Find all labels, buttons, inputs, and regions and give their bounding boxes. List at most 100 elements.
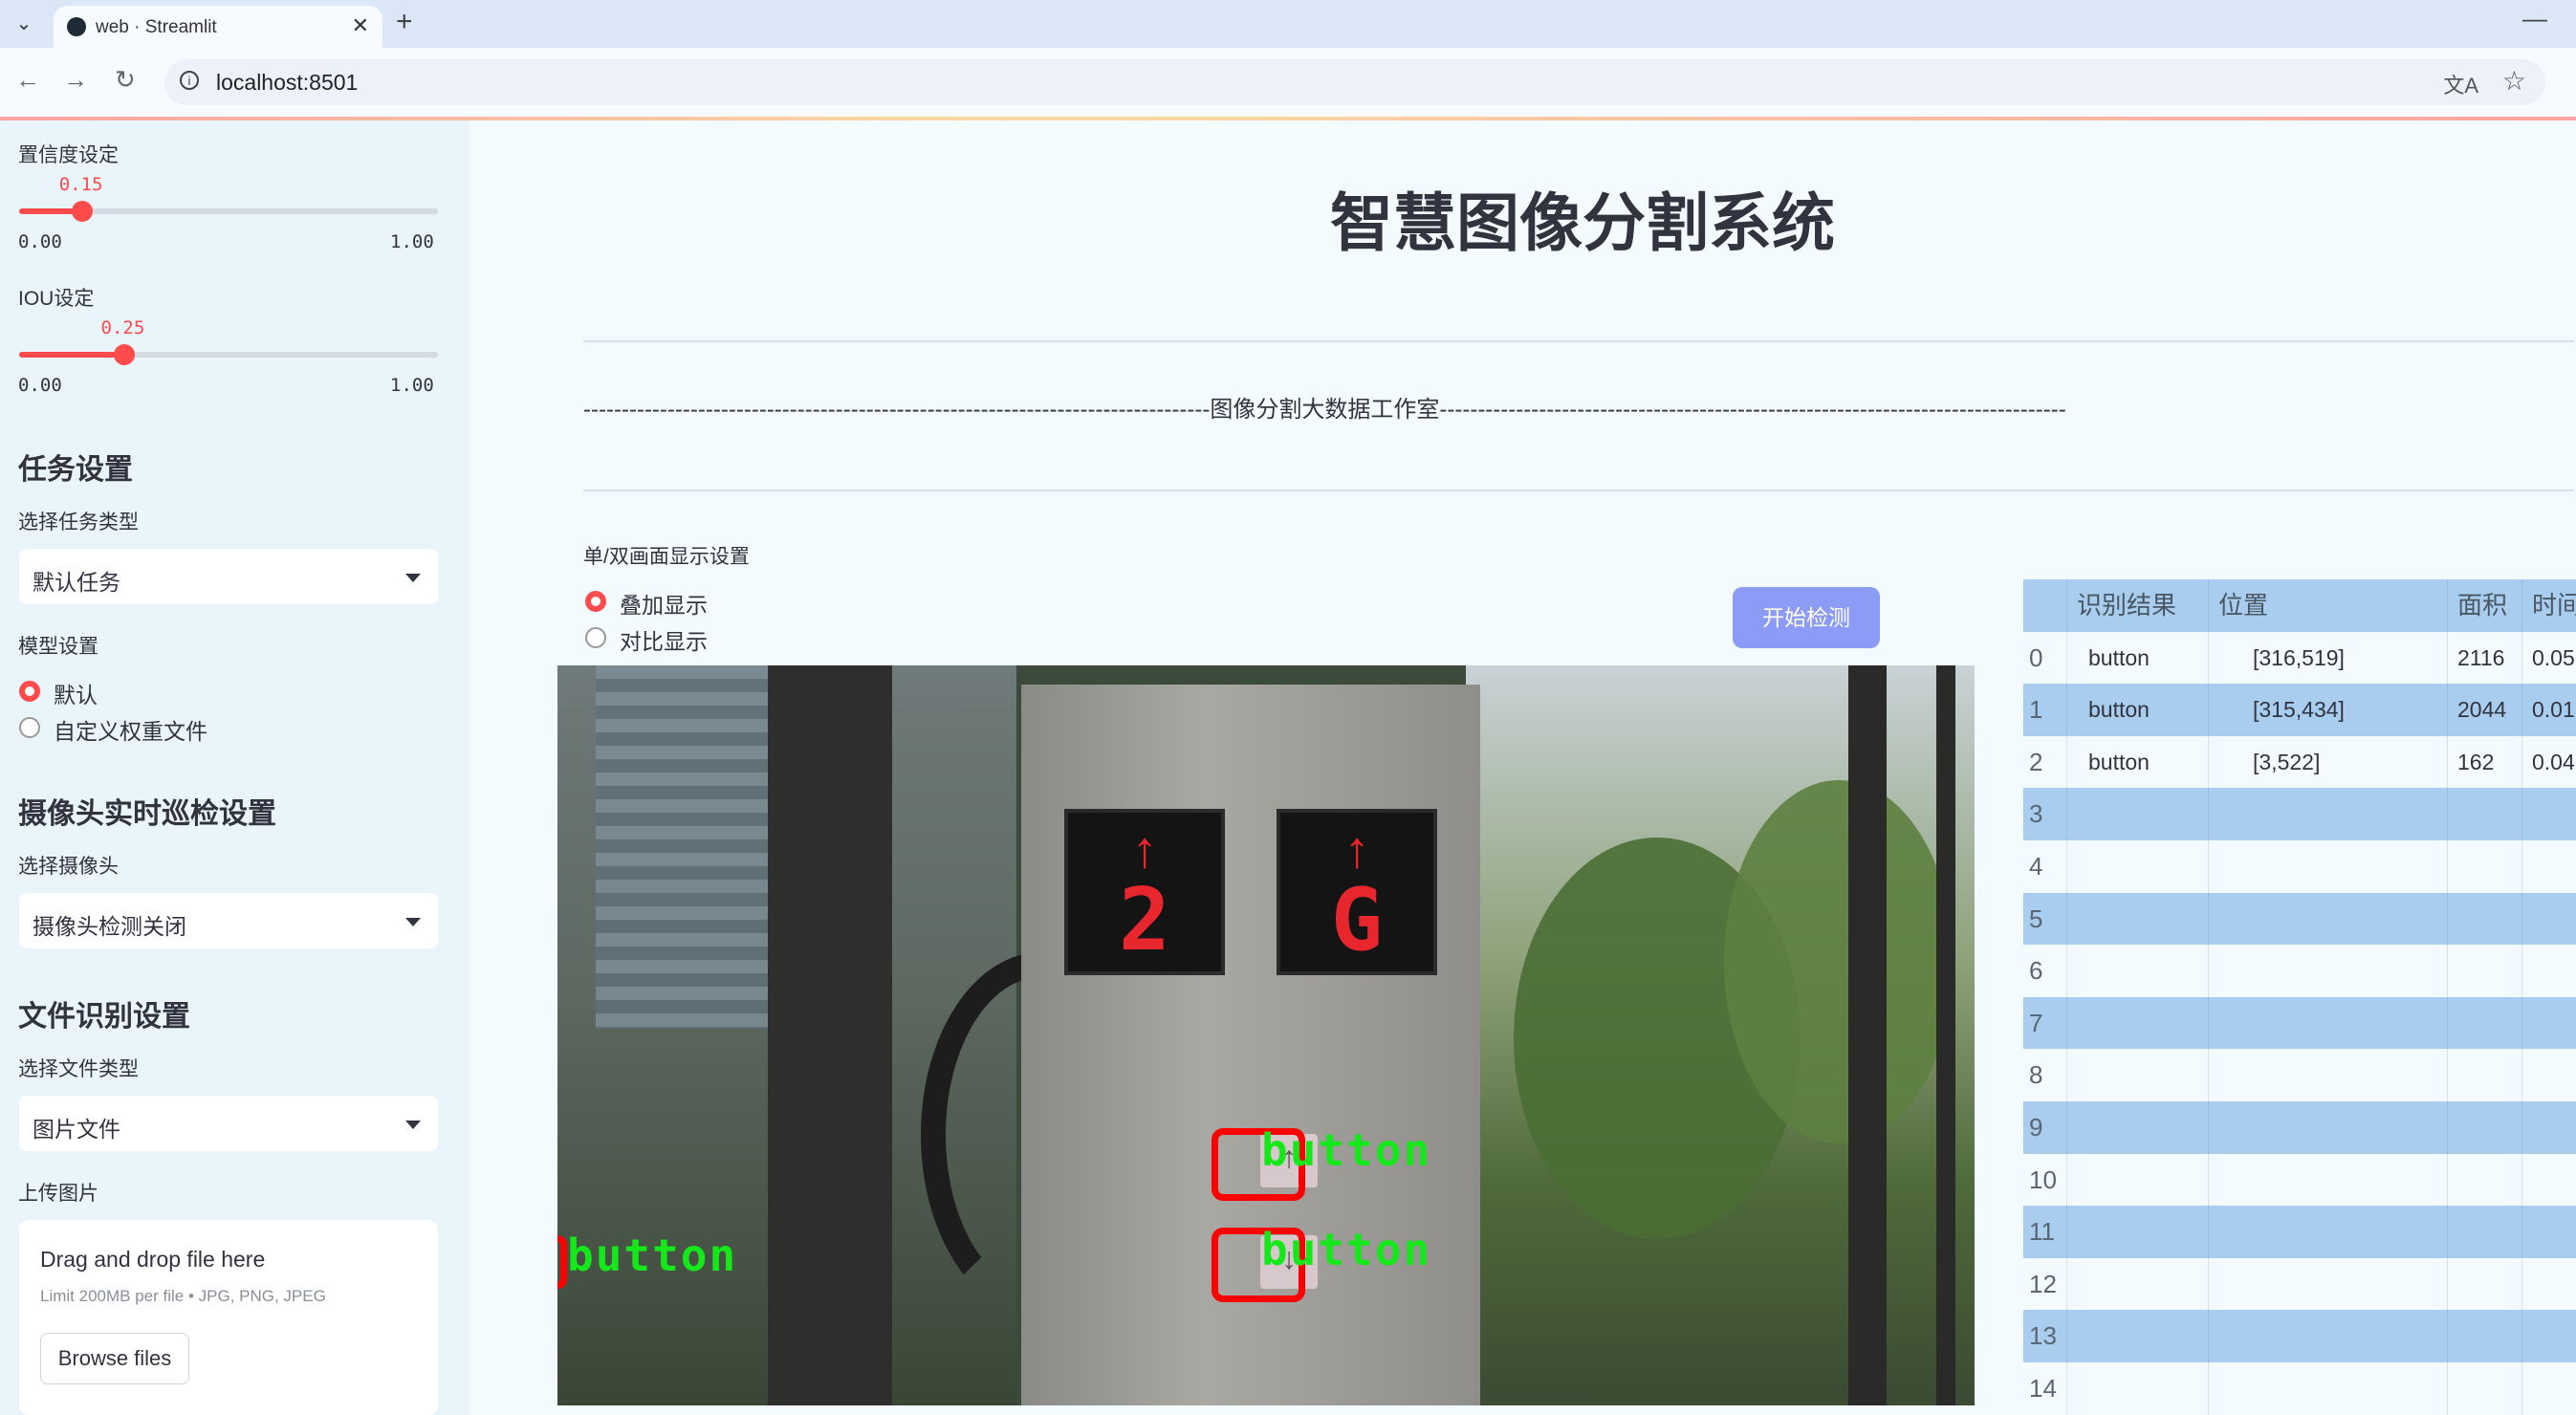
table-cell-area (2450, 1310, 2522, 1362)
detection-label: button (1261, 1224, 1432, 1275)
table-cell-area (2450, 1153, 2522, 1207)
plus-icon[interactable]: + (396, 6, 413, 38)
table-row[interactable]: 3 (2023, 788, 2576, 840)
table-cell-area (2450, 788, 2522, 840)
table-cell-time (2524, 1154, 2576, 1207)
detection-label: button (567, 1230, 738, 1281)
table-row[interactable]: 1 button [315,434] 2044 0.01 (2023, 684, 2576, 736)
url-text[interactable]: localhost:8501 (216, 70, 358, 96)
table-row[interactable]: 2 button [3,522] 162 0.04 (2023, 735, 2576, 789)
back-icon[interactable]: ← (15, 65, 40, 95)
iou-value: 0.25 (100, 317, 145, 338)
table-cell-result (2077, 1206, 2209, 1258)
start-detection-button[interactable]: 开始检测 (1733, 587, 1880, 648)
radio-unselected-icon[interactable] (19, 717, 40, 738)
display-mode-option: 叠加显示 (620, 593, 708, 618)
confidence-slider-thumb[interactable] (71, 201, 93, 222)
results-table[interactable]: 识别结果 位置 面积 时间 0 button [316,519] 2116 0.05 1 b… (2023, 579, 2576, 1415)
subtitle-banner: ----------------------------------------… (583, 397, 2066, 423)
info-icon[interactable]: i (180, 71, 199, 90)
table-cell-result (2077, 788, 2209, 840)
table-cell-time: 0.04 (2532, 749, 2575, 774)
streamlit-favicon (67, 17, 86, 36)
table-cell-time: 0.01 (2532, 697, 2575, 723)
address-bar-row: ← → ↻ i localhost:8501 文A ☆ (0, 48, 2576, 117)
table-cell-area (2450, 1206, 2522, 1258)
row-index: 8 (2023, 1049, 2067, 1101)
table-cell-area (2450, 1257, 2522, 1311)
table-cell-area (2450, 892, 2522, 946)
camera-select[interactable]: 摄像头检测关闭 (19, 893, 438, 948)
iou-slider-fill (19, 352, 124, 358)
table-cell-position (2211, 1049, 2448, 1101)
file-type-value: 图片文件 (33, 1117, 120, 1142)
row-index: 3 (2023, 788, 2067, 840)
browser-tab[interactable]: web · Streamlit ✕ (54, 6, 382, 48)
table-row[interactable]: 12 (2023, 1257, 2576, 1311)
table-header: 识别结果 位置 面积 时间 (2023, 579, 2576, 632)
table-row[interactable]: 14 (2023, 1362, 2576, 1415)
file-type-select[interactable]: 图片文件 (19, 1096, 438, 1151)
row-index: 13 (2023, 1310, 2067, 1362)
table-cell-position (2211, 996, 2448, 1050)
table-cell-area (2450, 996, 2522, 1050)
table-cell-time (2524, 1206, 2576, 1258)
table-cell-result: button (2077, 631, 2209, 685)
table-row[interactable]: 11 (2023, 1206, 2576, 1258)
table-cell-position (2211, 840, 2448, 893)
file-uploader-dropzone[interactable]: Drag and drop file here Limit 200MB per … (19, 1220, 438, 1415)
minimize-icon[interactable]: — (2522, 4, 2547, 33)
camera-heading: 摄像头实时巡检设置 (18, 798, 276, 830)
table-row[interactable]: 7 (2023, 996, 2576, 1050)
row-index: 5 (2023, 892, 2067, 946)
row-index: 2 (2023, 735, 2067, 789)
star-icon[interactable]: ☆ (2502, 65, 2526, 97)
table-cell-time (2524, 893, 2576, 946)
table-row[interactable]: 13 (2023, 1310, 2576, 1362)
table-cell-position: [3,522] (2211, 735, 2448, 789)
model-option-label: 自定义权重文件 (54, 719, 207, 744)
table-cell-area (2450, 1362, 2522, 1415)
tab-menu-icon[interactable]: ⌄ (10, 10, 38, 38)
column-header[interactable]: 位置 (2211, 579, 2448, 632)
iou-min: 0.00 (18, 375, 62, 396)
close-icon[interactable]: ✕ (352, 13, 369, 38)
table-row[interactable]: 0 button [316,519] 2116 0.05 (2023, 631, 2576, 685)
table-cell-time (2524, 997, 2576, 1050)
radio-unselected-icon[interactable] (585, 627, 606, 648)
table-row[interactable]: 10 (2023, 1153, 2576, 1207)
url-input[interactable]: i localhost:8501 文A ☆ (164, 59, 2545, 105)
table-cell-result (2077, 1257, 2209, 1311)
table-cell-area: 162 (2450, 735, 2522, 789)
window-frame (1936, 665, 1955, 1405)
column-header[interactable]: 识别结果 (2077, 579, 2209, 632)
table-cell-result (2077, 1049, 2209, 1101)
table-cell-result (2077, 945, 2209, 997)
table-cell-time (2524, 1258, 2576, 1311)
task-type-select[interactable]: 默认任务 (19, 549, 438, 604)
radio-selected-icon[interactable] (19, 681, 40, 702)
table-cell-area (2450, 840, 2522, 893)
browse-files-button[interactable]: Browse files (40, 1333, 189, 1384)
table-row[interactable]: 6 (2023, 945, 2576, 997)
iou-slider-thumb[interactable] (113, 344, 135, 365)
table-row[interactable]: 5 (2023, 892, 2576, 946)
detection-result-image: ↑ 2 ↑ G ↑ ↓ button button button (557, 665, 1975, 1405)
iou-slider[interactable] (19, 344, 438, 365)
iou-max: 1.00 (390, 375, 434, 396)
confidence-min: 0.00 (18, 231, 62, 252)
translate-icon[interactable]: 文A (2443, 69, 2478, 99)
reload-icon[interactable]: ↻ (115, 65, 136, 95)
table-row[interactable]: 4 (2023, 840, 2576, 893)
table-row[interactable]: 9 (2023, 1101, 2576, 1154)
forward-icon[interactable]: → (63, 65, 88, 95)
table-cell-area: 2044 (2450, 684, 2522, 736)
column-header[interactable]: 面积 (2450, 579, 2522, 632)
radio-selected-icon[interactable] (585, 591, 606, 612)
table-row[interactable]: 8 (2023, 1049, 2576, 1101)
column-header[interactable]: 时间 (2524, 579, 2576, 632)
model-label: 模型设置 (18, 636, 98, 658)
table-cell-position: [316,519] (2211, 631, 2448, 685)
confidence-slider[interactable] (19, 201, 438, 222)
row-index: 6 (2023, 945, 2067, 997)
